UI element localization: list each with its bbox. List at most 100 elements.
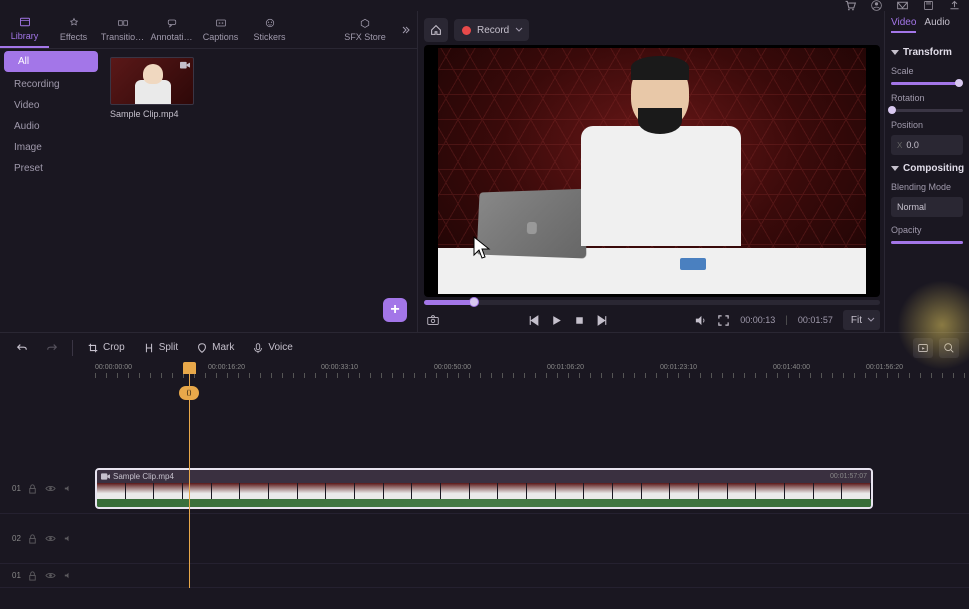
ribbon-overflow-icon[interactable] — [401, 25, 411, 35]
ribbon-label: Effects — [60, 32, 87, 42]
stop-button[interactable] — [573, 314, 586, 327]
sidebar-item-audio[interactable]: Audio — [0, 116, 102, 137]
next-frame-button[interactable] — [596, 314, 609, 327]
ribbon-stickers[interactable]: Stickers — [245, 11, 294, 48]
ribbon-effects[interactable]: Effects — [49, 11, 98, 48]
tab-video[interactable]: Video — [891, 17, 916, 33]
user-icon[interactable] — [869, 0, 883, 13]
sidebar-item-image[interactable]: Image — [0, 137, 102, 158]
eye-icon[interactable] — [45, 483, 57, 495]
track-number: 01 — [12, 571, 21, 580]
lock-icon[interactable] — [27, 570, 39, 582]
triangle-down-icon — [891, 166, 899, 171]
fullscreen-button[interactable] — [717, 314, 730, 327]
ruler-label: 00:00:33:10 — [321, 364, 358, 371]
ribbon-transitions[interactable]: Transitio… — [98, 11, 147, 48]
section-compositing[interactable]: Compositing — [891, 163, 963, 174]
sidebar-item-preset[interactable]: Preset — [0, 158, 102, 179]
lock-icon[interactable] — [27, 483, 39, 495]
scale-slider[interactable] — [891, 82, 963, 85]
scale-label: Scale — [891, 66, 963, 76]
volume-button[interactable] — [694, 314, 707, 327]
opacity-label: Opacity — [891, 225, 963, 235]
snapshot-button[interactable] — [424, 311, 442, 329]
ruler-label: 00:01:40:00 — [773, 364, 810, 371]
zoom-fit-button[interactable] — [939, 338, 959, 358]
triangle-down-icon — [891, 50, 899, 55]
ruler-label: 00:01:06:20 — [547, 364, 584, 371]
fit-dropdown[interactable]: Fit — [843, 310, 880, 330]
cart-icon[interactable] — [843, 0, 857, 13]
export-icon[interactable] — [947, 0, 961, 13]
audio-track-1[interactable]: 01 — [0, 564, 969, 588]
redo-button[interactable] — [40, 338, 64, 358]
track-number: 01 — [12, 484, 21, 493]
ribbon-sfx-store[interactable]: SFX Store — [331, 11, 399, 48]
home-button[interactable] — [424, 18, 448, 42]
ribbon-label: Stickers — [253, 32, 285, 42]
blend-mode-label: Blending Mode — [891, 182, 963, 192]
record-dot-icon — [462, 26, 471, 35]
add-media-button[interactable]: + — [383, 298, 407, 322]
ribbon-label: Library — [11, 31, 39, 41]
crop-button[interactable]: Crop — [81, 338, 131, 358]
preview-viewport[interactable] — [424, 45, 880, 297]
ribbon-label: Annotati… — [150, 32, 192, 42]
mute-icon[interactable] — [63, 570, 75, 582]
total-time: 00:01:57 — [798, 315, 833, 325]
eye-icon[interactable] — [45, 570, 57, 582]
clip-waveform — [97, 499, 871, 507]
media-thumbnail — [110, 57, 194, 105]
current-time: 00:00:13 — [740, 315, 775, 325]
media-clip-item[interactable]: Sample Clip.mp4 — [110, 57, 194, 119]
ribbon-annotations[interactable]: Annotati… — [147, 11, 196, 48]
mute-icon[interactable] — [63, 533, 75, 545]
section-transform[interactable]: Transform — [891, 47, 963, 58]
save-icon[interactable] — [921, 0, 935, 13]
opacity-slider[interactable] — [891, 241, 963, 244]
eye-icon[interactable] — [45, 533, 57, 545]
chevron-down-icon — [867, 315, 875, 326]
play-button[interactable] — [550, 314, 563, 327]
mark-button[interactable]: Mark — [190, 338, 240, 358]
chevron-down-icon — [515, 25, 523, 36]
ribbon-library[interactable]: Library — [0, 11, 49, 48]
progress-fill — [424, 300, 474, 305]
record-button[interactable]: Record — [454, 19, 529, 41]
ribbon-label: Captions — [203, 32, 239, 42]
rotation-slider[interactable] — [891, 109, 963, 112]
ruler-label: 00:00:50:00 — [434, 364, 471, 371]
timeline-clip[interactable]: Sample Clip.mp4 00:01:57:07 — [95, 468, 873, 509]
sidebar-item-video[interactable]: Video — [0, 95, 102, 116]
blend-mode-select[interactable]: Normal — [891, 197, 963, 217]
ribbon-label: Transitio… — [101, 32, 144, 42]
clip-duration: 00:01:57:07 — [830, 473, 867, 480]
timeline-ruler[interactable]: 00:00:00:00 00:00:16:20 00:00:33:10 00:0… — [0, 362, 969, 378]
video-track-1[interactable]: 01 Sample Clip.mp4 00:01:57:07 — [0, 464, 969, 514]
prev-frame-button[interactable] — [527, 314, 540, 327]
lock-icon[interactable] — [27, 533, 39, 545]
position-x-input[interactable]: X0.0 — [891, 135, 963, 155]
preview-progress-bar[interactable] — [424, 300, 880, 305]
mute-icon[interactable] — [63, 483, 75, 495]
render-preview-button[interactable] — [913, 338, 933, 358]
split-button[interactable]: Split — [137, 338, 184, 358]
progress-thumb[interactable] — [469, 297, 479, 307]
tab-audio[interactable]: Audio — [924, 17, 950, 33]
ruler-label: 00:01:23:10 — [660, 364, 697, 371]
sidebar-item-all[interactable]: All — [4, 51, 98, 72]
audio-track-2[interactable]: 02 — [0, 514, 969, 564]
clip-name: Sample Clip.mp4 — [113, 472, 174, 481]
sidebar-item-recording[interactable]: Recording — [0, 74, 102, 95]
undo-button[interactable] — [10, 338, 34, 358]
track-gap — [0, 378, 969, 464]
clip-video-icon — [101, 472, 110, 481]
inbox-icon[interactable] — [895, 0, 909, 13]
voice-button[interactable]: Voice — [246, 338, 298, 358]
ribbon-captions[interactable]: Captions — [196, 11, 245, 48]
record-label: Record — [477, 25, 509, 36]
media-clip-label: Sample Clip.mp4 — [110, 109, 194, 119]
rotation-label: Rotation — [891, 93, 963, 103]
video-badge-icon — [180, 61, 190, 69]
track-number: 02 — [12, 534, 21, 543]
